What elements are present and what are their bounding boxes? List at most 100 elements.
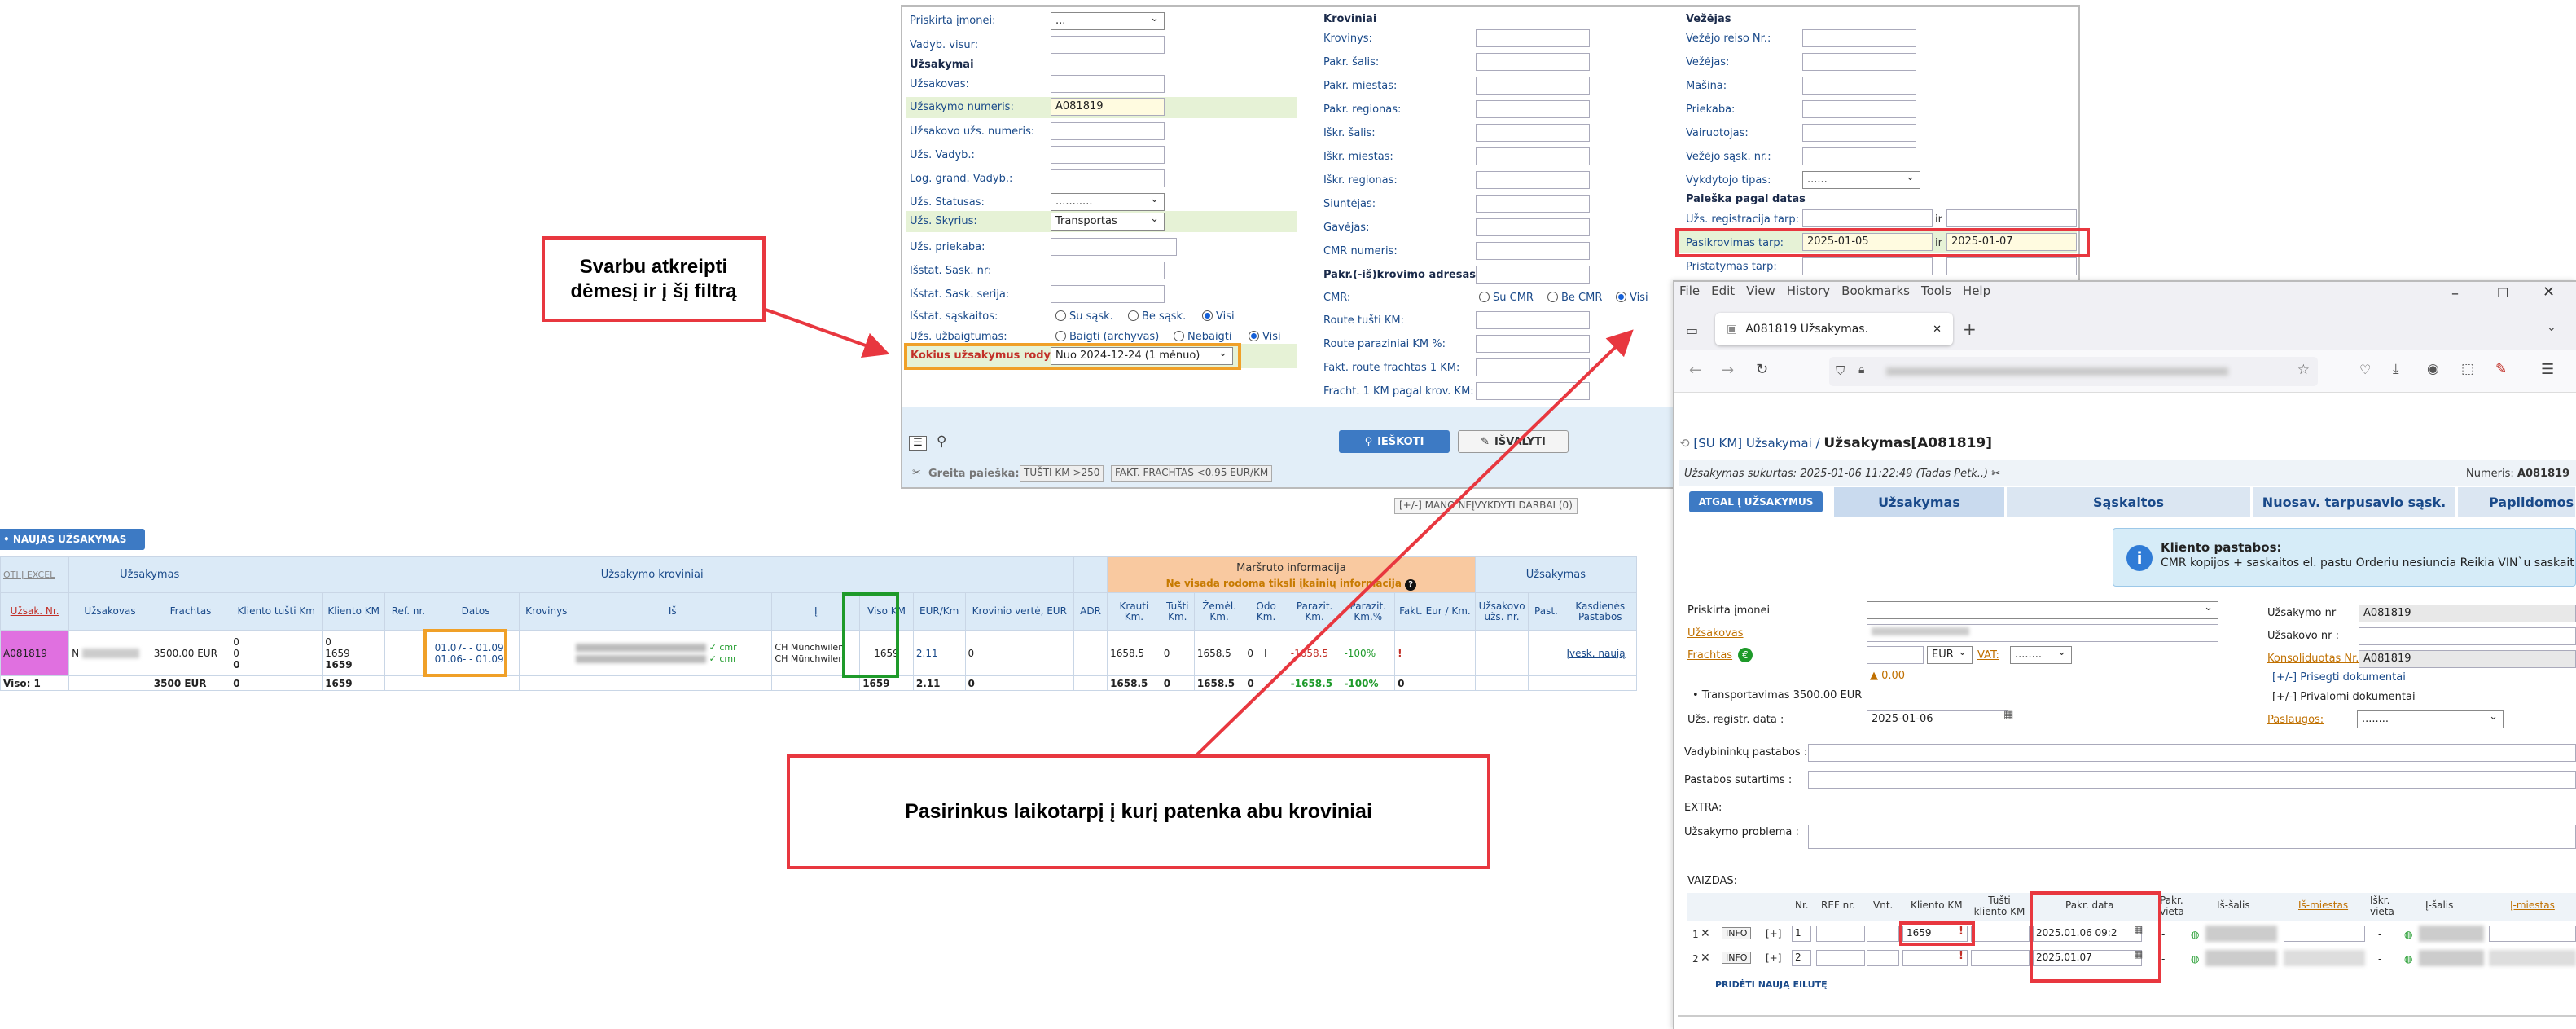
row1-ref[interactable] bbox=[1816, 926, 1865, 942]
back-to-orders-button[interactable]: ATGAL Į UŽSAKYMUS bbox=[1689, 491, 1823, 512]
cmr-numeris-input[interactable] bbox=[1476, 242, 1590, 260]
tab-saskaitos[interactable]: Sąskaitos bbox=[2007, 487, 2251, 517]
vat-select[interactable]: ........ bbox=[2010, 646, 2072, 664]
forward-icon[interactable]: → bbox=[1722, 362, 1734, 379]
uzsakovas-input[interactable] bbox=[1051, 75, 1165, 93]
tab-uzsakymas[interactable]: Užsakymas bbox=[1834, 487, 2005, 517]
vezejo-sask-input[interactable] bbox=[1802, 147, 1916, 165]
calendar-icon[interactable]: ▦ bbox=[2003, 709, 2013, 721]
vezejo-reiso-input[interactable] bbox=[1802, 29, 1916, 47]
row2-vnt[interactable] bbox=[1867, 950, 1899, 966]
row1-expand[interactable]: [+] bbox=[1766, 928, 1781, 939]
row2-expand[interactable]: [+] bbox=[1766, 952, 1781, 964]
pocket-icon[interactable]: ♡ bbox=[2359, 362, 2371, 377]
prisegti-link[interactable]: [+/-] Prisegti dokumentai bbox=[2272, 671, 2406, 684]
uzsakovo-nr-input[interactable] bbox=[1051, 122, 1165, 140]
row2-info-btn[interactable]: INFO bbox=[1722, 952, 1752, 964]
new-tab-button[interactable]: + bbox=[1963, 319, 1977, 339]
pakr-adresas-input[interactable] bbox=[1476, 266, 1590, 284]
reload-icon[interactable]: ↻ bbox=[1756, 361, 1768, 378]
row2-tusti[interactable] bbox=[1971, 950, 2030, 966]
tab-papildomos[interactable]: Papildomos bbox=[2458, 487, 2576, 517]
radio-be-cmr[interactable]: Be CMR bbox=[1547, 292, 1602, 304]
frachtas-link[interactable]: Frachtas bbox=[1687, 649, 1732, 662]
israst-sask-serija-input[interactable] bbox=[1051, 285, 1165, 303]
uzs-vadyb-input[interactable] bbox=[1051, 146, 1165, 164]
menu-file[interactable]: File bbox=[1679, 284, 1700, 298]
radio-be-sask[interactable]: Be sąsk. bbox=[1128, 310, 1186, 323]
uzs-reg-to[interactable] bbox=[1946, 209, 2077, 227]
uzs-skyrius-select[interactable]: Transportas bbox=[1051, 213, 1165, 231]
vat-link[interactable]: VAT: bbox=[1977, 649, 1999, 662]
currency-select[interactable]: EUR bbox=[1927, 646, 1973, 664]
menu-bookmarks[interactable]: Bookmarks bbox=[1841, 284, 1910, 298]
iskr-miestas-input[interactable] bbox=[1476, 147, 1590, 165]
row2-ref[interactable] bbox=[1816, 950, 1865, 966]
uzsakovas-field[interactable] bbox=[1867, 624, 2218, 642]
problema-input[interactable] bbox=[1808, 825, 2576, 849]
route-tusti-input[interactable] bbox=[1476, 311, 1590, 329]
radio-visi-sask[interactable]: Visi bbox=[1202, 310, 1235, 323]
row2-klientokm[interactable] bbox=[1902, 950, 1968, 966]
window-close[interactable]: ✕ bbox=[2543, 284, 2555, 301]
radio-su-sask[interactable]: Su sąsk. bbox=[1055, 310, 1113, 323]
uzsakovo-nr-field[interactable] bbox=[2359, 627, 2576, 645]
back-icon[interactable]: ← bbox=[1689, 362, 1701, 379]
ived-link[interactable]: Įvesk. naują bbox=[1563, 630, 1638, 676]
toggle-neivykdyti[interactable]: [+/-] MANO NEĮVYKDYTI DARBAI (0) bbox=[1394, 498, 1578, 514]
zoom-icon[interactable]: ⚲ bbox=[937, 433, 946, 450]
krovinys-input[interactable] bbox=[1476, 29, 1590, 47]
kokius-select[interactable]: Nuo 2024-12-24 (1 mėnuo) bbox=[1051, 347, 1233, 365]
iskr-salis-input[interactable] bbox=[1476, 124, 1590, 142]
url-bar[interactable]: ⛉ 🔒︎ ☆ bbox=[1829, 357, 2318, 386]
window-maximize[interactable]: ☐ bbox=[2497, 285, 2508, 301]
priskirta-imonei-select[interactable] bbox=[1867, 601, 2218, 619]
download-icon[interactable]: ⤓ bbox=[2393, 361, 2399, 377]
quick-tusti-btn[interactable]: TUŠTI KM >250 bbox=[1020, 465, 1104, 482]
paslaugos-link[interactable]: Paslaugos: bbox=[2267, 714, 2324, 726]
browser-tab[interactable]: ▣ A081819 Užsakymas. ✕ bbox=[1715, 313, 1953, 345]
menu-view[interactable]: View bbox=[1746, 284, 1775, 298]
breadcrumb-link[interactable]: [SU KM] Užsakymai bbox=[1693, 436, 1811, 451]
row1-info-btn[interactable]: INFO bbox=[1722, 927, 1752, 939]
vadyb-pastabos-input[interactable] bbox=[1808, 744, 2576, 762]
new-order-button[interactable]: • NAUJAS UŽSAKYMAS bbox=[0, 529, 145, 550]
reg-date-input[interactable]: 2025-01-06 bbox=[1867, 710, 2008, 728]
addon-icon[interactable]: ✎ bbox=[2495, 361, 2507, 377]
sutartims-input[interactable] bbox=[1808, 771, 2576, 789]
uzs-priekaba-input[interactable] bbox=[1051, 238, 1177, 256]
tab-close-icon[interactable]: ✕ bbox=[1933, 323, 1942, 336]
bookmark-star-icon[interactable]: ☆ bbox=[2297, 362, 2310, 378]
vairuotojas-input[interactable] bbox=[1802, 124, 1916, 142]
row2-delete-icon[interactable]: ✕ bbox=[1701, 952, 1710, 965]
gavejas-input[interactable] bbox=[1476, 218, 1590, 236]
tab-overview-icon[interactable]: ▭ bbox=[1686, 323, 1698, 338]
row1-ismiestas[interactable] bbox=[2284, 926, 2365, 942]
row1-vnt[interactable] bbox=[1867, 926, 1899, 942]
vykdytojo-select[interactable]: ...... bbox=[1802, 171, 1920, 189]
radio-su-cmr[interactable]: Su CMR bbox=[1479, 292, 1534, 304]
row1-imiestas[interactable] bbox=[2489, 926, 2576, 942]
quick-fakt-btn[interactable]: FAKT. FRACHTAS <0.95 EUR/KM bbox=[1111, 465, 1273, 482]
paslaugos-select[interactable]: ........ bbox=[2357, 710, 2504, 728]
pasikr-to[interactable]: 2025-01-07 bbox=[1946, 233, 2077, 251]
priekaba-input[interactable] bbox=[1802, 100, 1916, 118]
pasikr-from[interactable]: 2025-01-05 bbox=[1802, 233, 1933, 251]
row2-nr[interactable]: 2 bbox=[1792, 950, 1811, 966]
iskr-regionas-input[interactable] bbox=[1476, 171, 1590, 189]
siuntejas-input[interactable] bbox=[1476, 195, 1590, 213]
export-excel-cell[interactable]: OTI Į EXCEL bbox=[0, 556, 70, 593]
uzsakovas-link[interactable]: Užsakovas bbox=[1687, 627, 1744, 640]
priskirta-select[interactable]: ... bbox=[1051, 12, 1165, 30]
row1-tusti[interactable] bbox=[1971, 926, 2030, 942]
search-button[interactable]: ⚲ IEŠKOTI bbox=[1339, 430, 1450, 453]
pakr-regionas-input[interactable] bbox=[1476, 100, 1590, 118]
frachtas-input[interactable] bbox=[1867, 646, 1924, 664]
uzs-status-select[interactable]: ........... bbox=[1051, 193, 1165, 211]
table-row[interactable]: A081819 N 3500.00 EUR 000 0 1659 1659 01.0… bbox=[0, 630, 1638, 676]
order-nr-cell[interactable]: A081819 bbox=[0, 630, 70, 676]
add-row-link[interactable]: PRIDĖTI NAUJĄ EILUTĘ bbox=[1715, 979, 1828, 990]
radio-nebaigti[interactable]: Nebaigti bbox=[1174, 331, 1232, 343]
radio-baigti[interactable]: Baigti (archyvas) bbox=[1055, 331, 1159, 343]
pristat-from[interactable] bbox=[1802, 257, 1933, 275]
